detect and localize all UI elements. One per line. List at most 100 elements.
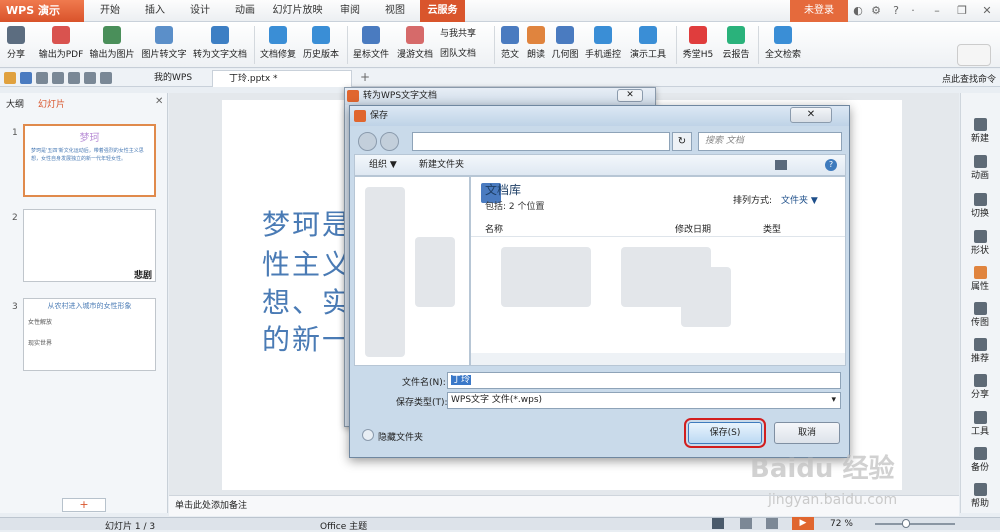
sidebar-backup[interactable]: 备份: [962, 447, 998, 473]
open-icon[interactable]: [4, 72, 16, 84]
save-button[interactable]: 保存(S): [684, 418, 766, 448]
filetype-select[interactable]: WPS文字 文件(*.wps) ▾: [447, 392, 841, 409]
slide-text-line-3[interactable]: 想、实: [262, 281, 352, 321]
tab-start[interactable]: 开始: [95, 0, 125, 22]
cloud-report-button[interactable]: 云报告: [720, 24, 752, 66]
slide-text-line-1[interactable]: 梦珂是: [262, 203, 352, 243]
login-button[interactable]: 未登录: [790, 0, 848, 22]
close-panel-icon[interactable]: ✕: [155, 96, 163, 107]
horizontal-scrollbar[interactable]: [471, 353, 845, 365]
slide-thumb-2[interactable]: 悲剧: [23, 209, 156, 282]
skin-icon[interactable]: ◐: [851, 4, 865, 18]
collapse-ribbon-icon[interactable]: [957, 44, 991, 66]
add-slide-button[interactable]: +: [62, 498, 106, 512]
tab-outline[interactable]: 大纲: [6, 97, 24, 110]
export-pdf-button[interactable]: 输出为PDF: [38, 24, 84, 66]
settings-icon[interactable]: ⚙: [869, 4, 883, 18]
shared-with-me-button[interactable]: 与我共享: [440, 26, 476, 39]
help-icon[interactable]: ?: [889, 4, 903, 18]
roaming-docs-button[interactable]: 漫游文档: [395, 24, 435, 66]
geometry-button[interactable]: 几何图: [550, 24, 580, 66]
share-button[interactable]: 分享: [4, 24, 28, 66]
slide-text-line-4[interactable]: 的新一: [262, 318, 352, 358]
history-button[interactable]: 历史版本: [300, 24, 342, 66]
app-menu-button[interactable]: WPS 演示: [0, 0, 84, 22]
tab-review[interactable]: 审阅: [335, 0, 365, 22]
address-bar[interactable]: [412, 132, 670, 151]
sidebar-tools[interactable]: 工具: [962, 411, 998, 437]
tab-design[interactable]: 设计: [185, 0, 215, 22]
tab-slideshow[interactable]: 幻灯片放映: [270, 0, 325, 22]
maximize-icon[interactable]: ❐: [955, 4, 969, 18]
refresh-icon[interactable]: ↻: [672, 132, 692, 151]
sidebar-recommend[interactable]: 推荐: [962, 338, 998, 364]
presentation-tools-button[interactable]: 演示工具: [625, 24, 671, 66]
starred-files-button[interactable]: 星标文件: [351, 24, 391, 66]
sidebar-help[interactable]: 帮助: [962, 483, 998, 509]
image-to-text-button[interactable]: 图片转文字: [141, 24, 187, 66]
collapse-icon[interactable]: [362, 429, 374, 441]
sidebar-shape[interactable]: 形状: [962, 230, 998, 256]
tab-slides[interactable]: 幻灯片: [38, 97, 65, 110]
team-docs-button[interactable]: 团队文档: [440, 46, 476, 59]
tab-insert[interactable]: 插入: [140, 0, 170, 22]
filename-input[interactable]: 丁玲: [447, 372, 841, 389]
sidebar-transition[interactable]: 切换: [962, 193, 998, 219]
back-icon[interactable]: [358, 132, 377, 151]
help-icon[interactable]: ?: [825, 159, 837, 171]
print-icon[interactable]: [36, 72, 48, 84]
search-input[interactable]: 搜索 文档: [698, 132, 842, 151]
sidebar-properties[interactable]: 属性: [962, 266, 998, 292]
undo-icon[interactable]: [84, 72, 96, 84]
format-painter-icon[interactable]: [68, 72, 80, 84]
sidebar-upload-image[interactable]: 传图: [962, 302, 998, 328]
zoom-slider[interactable]: [875, 523, 955, 525]
to-text-doc-button[interactable]: 转为文字文档: [192, 24, 248, 66]
convert-dialog-close-icon[interactable]: ✕: [617, 89, 643, 102]
slide-thumb-1[interactable]: 梦珂 梦珂是'五四'新文化运动后，带着强烈的女性主义思想，女性自身发展独立的新一…: [23, 124, 156, 197]
slide-text-line-2[interactable]: 性主义: [262, 243, 352, 283]
command-search[interactable]: 点此查找命令: [942, 72, 996, 85]
sidebar-share[interactable]: 分享: [962, 374, 998, 400]
view-options-icon[interactable]: [775, 160, 787, 170]
play-slideshow-icon[interactable]: ▶: [792, 517, 814, 530]
column-name[interactable]: 名称: [485, 222, 503, 235]
column-date[interactable]: 修改日期: [675, 222, 711, 235]
preview-icon[interactable]: [52, 72, 64, 84]
library-locations-link[interactable]: 包括: 2 个位置: [485, 199, 544, 212]
export-image-button[interactable]: 输出为图片: [88, 24, 136, 66]
sidebar-new[interactable]: 新建: [962, 118, 998, 144]
zoom-slider-thumb[interactable]: [902, 519, 910, 528]
phone-remote-button[interactable]: 手机遥控: [583, 24, 623, 66]
cancel-button[interactable]: 取消: [774, 422, 840, 444]
new-folder-button[interactable]: 新建文件夹: [419, 155, 464, 175]
save-dialog-close-icon[interactable]: ✕: [790, 107, 832, 123]
doc-repair-button[interactable]: 文档修复: [258, 24, 298, 66]
templates-button[interactable]: 范文: [498, 24, 522, 66]
minimize-icon[interactable]: –: [930, 4, 944, 18]
doc-tab-current[interactable]: 丁玲.pptx *: [212, 70, 352, 87]
fulltext-search-button[interactable]: 全文检索: [762, 24, 804, 66]
sort-dropdown[interactable]: 文件夹 ▼: [781, 193, 818, 206]
normal-view-icon[interactable]: [712, 518, 724, 529]
more-icon[interactable]: ·: [906, 4, 920, 18]
tab-cloud[interactable]: 云服务: [420, 0, 465, 22]
hide-folders-toggle[interactable]: 隐藏文件夹: [378, 430, 423, 443]
doc-tab-mywps[interactable]: 我的WPS: [138, 70, 210, 87]
slide-thumb-3[interactable]: 从农村进入城市的女性形象 女性解放 现实世界: [23, 298, 156, 371]
sidebar-animation[interactable]: 动画: [962, 155, 998, 181]
navigation-pane[interactable]: [354, 176, 470, 366]
tab-view[interactable]: 视图: [380, 0, 410, 22]
sorter-view-icon[interactable]: [740, 518, 752, 529]
save-icon[interactable]: [20, 72, 32, 84]
new-tab-icon[interactable]: +: [360, 70, 370, 84]
organize-button[interactable]: 组织 ▼: [369, 155, 397, 175]
forward-icon[interactable]: [380, 132, 399, 151]
redo-icon[interactable]: [100, 72, 112, 84]
read-aloud-button[interactable]: 朗读: [524, 24, 548, 66]
column-type[interactable]: 类型: [763, 222, 781, 235]
close-icon[interactable]: ✕: [980, 4, 994, 18]
reading-view-icon[interactable]: [766, 518, 778, 529]
tab-animation[interactable]: 动画: [230, 0, 260, 22]
xiutang-button[interactable]: 秀堂H5: [680, 24, 716, 66]
